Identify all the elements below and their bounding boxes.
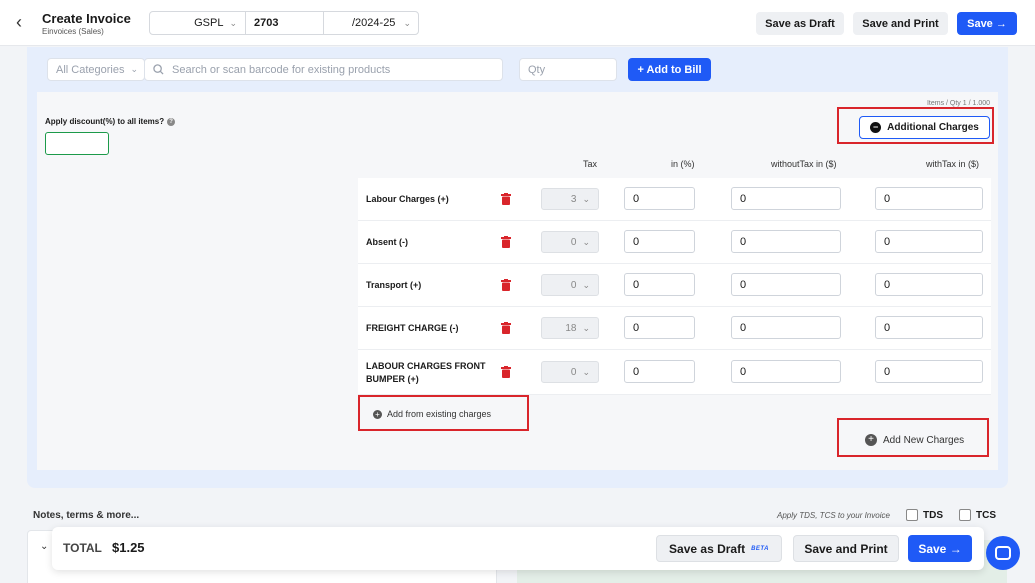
chat-support-button[interactable] bbox=[986, 536, 1020, 570]
arrow-right-icon: → bbox=[949, 541, 962, 556]
charge-name: Transport (+) bbox=[366, 280, 422, 290]
without-tax-input[interactable]: 0 bbox=[731, 273, 841, 296]
items-qty-summary: Items / Qty 1 / 1.000 bbox=[926, 100, 990, 107]
tcs-checkbox[interactable] bbox=[959, 509, 971, 521]
tax-select[interactable]: 0 ⌄ bbox=[541, 361, 599, 383]
invoice-prefix-select[interactable]: GSPL ⌄ bbox=[150, 12, 246, 34]
with-tax-input[interactable]: 0 bbox=[875, 316, 983, 339]
percent-input[interactable]: 0 bbox=[624, 273, 695, 296]
invoice-number-input[interactable]: 2703 bbox=[246, 12, 324, 34]
footer-bar: TOTAL $1.25 Save as Draft BETA Save and P… bbox=[52, 527, 984, 570]
highlight-box bbox=[837, 418, 989, 457]
save-button[interactable]: Save → bbox=[957, 12, 1017, 35]
tcs-label: TCS bbox=[976, 510, 996, 521]
chat-icon bbox=[995, 546, 1011, 560]
percent-input[interactable]: 0 bbox=[624, 316, 695, 339]
highlight-box bbox=[358, 395, 529, 431]
highlight-box bbox=[837, 107, 994, 144]
total-value: $1.25 bbox=[112, 540, 145, 555]
column-header-tax: Tax bbox=[583, 159, 598, 169]
page-title: Create Invoice bbox=[42, 11, 131, 26]
chevron-down-icon: ⌄ bbox=[403, 17, 411, 28]
top-header: ‹ Create Invoice Einvoices (Sales) GSPL ⌄… bbox=[0, 0, 1035, 46]
column-header-without-tax: withoutTax in ($) bbox=[771, 159, 837, 169]
barcode-search-input[interactable]: Search or scan barcode for existing prod… bbox=[144, 58, 503, 81]
save-print-button[interactable]: Save and Print bbox=[853, 12, 948, 35]
column-header-pct: in (%) bbox=[671, 159, 695, 169]
tds-label: TDS bbox=[923, 510, 943, 521]
arrow-right-icon: → bbox=[995, 17, 1007, 30]
chevron-down-icon: ⌄ bbox=[582, 322, 590, 333]
invoice-suffix-select[interactable]: /2024-25 ⌄ bbox=[324, 12, 418, 34]
chevron-down-icon: ⌄ bbox=[582, 236, 590, 247]
discount-input[interactable] bbox=[45, 132, 109, 155]
tds-hint: Apply TDS, TCS to your Invoice bbox=[777, 511, 890, 520]
tax-select[interactable]: 3 ⌄ bbox=[541, 188, 599, 210]
charge-row: Absent (-) 0 ⌄ 0 0 0 bbox=[358, 221, 991, 264]
charge-name: Absent (-) bbox=[366, 237, 408, 247]
total-label: TOTAL bbox=[63, 541, 102, 555]
add-to-bill-button[interactable]: + Add to Bill bbox=[628, 58, 711, 81]
percent-input[interactable]: 0 bbox=[624, 187, 695, 210]
charge-name: FREIGHT CHARGE (-) bbox=[366, 323, 459, 333]
chevron-down-icon: ⌄ bbox=[582, 279, 590, 290]
category-select[interactable]: All Categories ⌄ bbox=[47, 58, 145, 81]
with-tax-input[interactable]: 0 bbox=[875, 230, 983, 253]
with-tax-input[interactable]: 0 bbox=[875, 273, 983, 296]
charge-row: Labour Charges (+) 3 ⌄ 0 0 0 bbox=[358, 178, 991, 221]
charge-row: LABOUR CHARGES FRONT BUMPER (+) 0 ⌄ 0 0 0 bbox=[358, 350, 991, 395]
charge-name: Labour Charges (+) bbox=[366, 194, 449, 204]
with-tax-input[interactable]: 0 bbox=[875, 187, 983, 210]
without-tax-input[interactable]: 0 bbox=[731, 187, 841, 210]
with-tax-input[interactable]: 0 bbox=[875, 360, 983, 383]
charge-row: Transport (+) 0 ⌄ 0 0 0 bbox=[358, 264, 991, 307]
without-tax-input[interactable]: 0 bbox=[731, 316, 841, 339]
trash-icon[interactable] bbox=[501, 193, 511, 205]
tds-checkbox[interactable] bbox=[906, 509, 918, 521]
tax-select[interactable]: 0 ⌄ bbox=[541, 274, 599, 296]
footer-save-print-button[interactable]: Save and Print bbox=[793, 535, 899, 562]
trash-icon[interactable] bbox=[501, 322, 511, 334]
percent-input[interactable]: 0 bbox=[624, 230, 695, 253]
tax-select[interactable]: 18 ⌄ bbox=[541, 317, 599, 339]
save-draft-button[interactable]: Save as Draft bbox=[756, 12, 844, 35]
page-subtitle: Einvoices (Sales) bbox=[42, 27, 104, 36]
chevron-down-icon: ⌄ bbox=[582, 193, 590, 204]
tax-select[interactable]: 0 ⌄ bbox=[541, 231, 599, 253]
back-arrow-icon[interactable]: ‹ bbox=[16, 12, 34, 32]
beta-badge: BETA bbox=[751, 545, 769, 552]
without-tax-input[interactable]: 0 bbox=[731, 360, 841, 383]
charge-name: LABOUR CHARGES FRONT BUMPER (+) bbox=[366, 360, 486, 384]
footer-save-button[interactable]: Save → bbox=[908, 535, 972, 562]
chevron-down-icon: ⌄ bbox=[582, 366, 590, 377]
charges-table: Labour Charges (+) 3 ⌄ 0 0 0 Absent (-) 0… bbox=[358, 178, 991, 395]
discount-label: Apply discount(%) to all items?? bbox=[45, 117, 176, 126]
invoice-number-group: GSPL ⌄ 2703 /2024-25 ⌄ bbox=[149, 11, 419, 35]
trash-icon[interactable] bbox=[501, 236, 511, 248]
trash-icon[interactable] bbox=[501, 279, 511, 291]
notes-label[interactable]: Notes, terms & more... bbox=[33, 510, 139, 521]
chevron-down-icon: ⌄ bbox=[229, 17, 237, 28]
trash-icon[interactable] bbox=[501, 366, 511, 378]
footer-save-draft-button[interactable]: Save as Draft BETA bbox=[656, 535, 782, 562]
percent-input[interactable]: 0 bbox=[624, 360, 695, 383]
search-icon bbox=[153, 64, 164, 75]
help-icon[interactable]: ? bbox=[167, 117, 176, 126]
without-tax-input[interactable]: 0 bbox=[731, 230, 841, 253]
qty-input[interactable]: Qty bbox=[519, 58, 617, 81]
charge-row: FREIGHT CHARGE (-) 18 ⌄ 0 0 0 bbox=[358, 307, 991, 350]
chevron-down-icon[interactable]: ⌄ bbox=[40, 541, 48, 552]
chevron-down-icon: ⌄ bbox=[130, 64, 139, 74]
column-header-with-tax: withTax in ($) bbox=[926, 159, 980, 169]
